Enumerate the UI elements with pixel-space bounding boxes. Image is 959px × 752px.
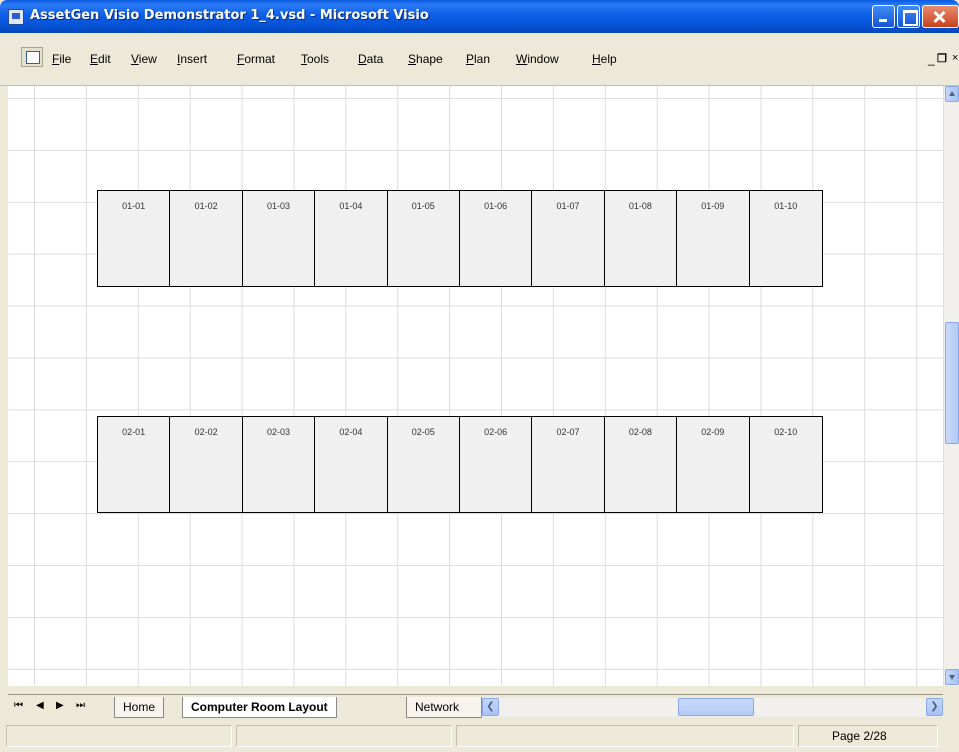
scroll-left-icon[interactable]: ❮ [482,698,499,716]
rack[interactable]: 01-10 [749,191,822,286]
scroll-right-icon[interactable]: ❯ [926,698,943,716]
rack-label: 02-09 [701,427,725,437]
menu-data[interactable]: Data [358,52,383,66]
status-cell [456,725,794,747]
rack-label: 01-02 [194,201,218,211]
title-bar: AssetGen Visio Demonstrator 1_4.vsd - Mi… [0,0,959,33]
doc-restore-button[interactable]: ❐ [937,52,947,65]
rack-label: 01-08 [628,201,652,211]
menu-format[interactable]: Format [237,52,275,66]
rack-label: 01-05 [411,201,435,211]
rack-label: 02-06 [484,427,508,437]
rack-label: 02-01 [122,427,146,437]
rack-label: 02-03 [266,427,290,437]
maximize-button[interactable] [897,5,920,28]
menu-shape[interactable]: Shape [408,52,443,66]
next-page-icon[interactable]: ▶ [56,700,64,711]
tab-computer-room-layout[interactable]: Computer Room Layout [182,697,337,718]
rack-label: 01-09 [701,201,725,211]
rack[interactable]: 01-01 [98,191,171,286]
rack-label: 01-06 [484,201,508,211]
rack-row-1: 01-01 01-02 01-03 01-04 01-05 01-06 01-0… [97,190,823,287]
rack[interactable]: 02-06 [459,417,533,512]
rack[interactable]: 01-04 [315,191,388,286]
rack-label: 01-07 [556,201,580,211]
rack[interactable]: 01-07 [532,191,605,286]
rack-label: 01-01 [122,201,146,211]
vertical-scroll-thumb[interactable] [945,322,959,444]
rack-label: 01-04 [339,201,363,211]
rack[interactable]: 01-02 [170,191,243,286]
page-tab-bar: ⏮ ◀ ▶ ⏭ Home Computer Room Layout Networ… [8,694,943,719]
rack-label: 02-08 [628,427,652,437]
last-page-icon[interactable]: ⏭ [76,700,85,711]
rack[interactable]: 02-02 [170,417,243,512]
rack-label: 01-10 [774,201,798,211]
menu-edit[interactable]: Edit [90,52,111,66]
rack[interactable]: 02-09 [677,417,750,512]
status-cell [236,725,452,747]
menu-window[interactable]: Window [516,52,559,66]
rack[interactable]: 01-03 [242,191,316,286]
rack-label: 02-10 [774,427,798,437]
drawing-canvas[interactable]: 01-01 01-02 01-03 01-04 01-05 01-06 01-0… [8,86,943,686]
visio-app-icon[interactable] [8,9,24,25]
menu-view[interactable]: View [131,52,157,66]
doc-close-button[interactable]: × [952,52,958,64]
rack-label: 02-05 [411,427,435,437]
rack[interactable]: 01-05 [387,191,460,286]
rack[interactable]: 02-01 [98,417,171,512]
rack-row-2: 02-01 02-02 02-03 02-04 02-05 02-06 02-0… [97,416,823,513]
horizontal-scroll-thumb[interactable] [678,698,754,716]
vertical-scrollbar[interactable] [943,86,959,686]
minimize-button[interactable] [872,5,895,28]
menu-tools[interactable]: Tools [301,52,329,66]
menu-help[interactable]: Help [592,52,617,66]
previous-page-icon[interactable]: ◀ [36,700,44,711]
rack-label: 02-04 [339,427,363,437]
scroll-down-icon[interactable] [945,669,959,685]
menu-plan[interactable]: Plan [466,52,490,66]
scroll-up-icon[interactable] [945,86,959,102]
menu-insert[interactable]: Insert [177,52,207,66]
doc-minimize-button[interactable]: _ [928,52,935,66]
rack-label: 02-07 [556,427,580,437]
page-indicator: Page 2/28 [832,729,887,743]
status-cell [6,725,232,747]
close-button[interactable] [922,5,959,28]
rack[interactable]: 02-08 [604,417,678,512]
tab-home[interactable]: Home [114,697,165,718]
horizontal-scrollbar[interactable]: ❮ ❯ [482,698,943,717]
document-icon[interactable] [21,47,43,67]
window-title: AssetGen Visio Demonstrator 1_4.vsd - Mi… [30,8,429,23]
status-bar: Page 2/28 [0,719,959,752]
rack-label: 01-03 [266,201,290,211]
rack[interactable]: 02-03 [242,417,316,512]
rack[interactable]: 02-05 [387,417,460,512]
rack[interactable]: 01-08 [604,191,678,286]
rack[interactable]: 01-09 [677,191,750,286]
first-page-icon[interactable]: ⏮ [14,700,23,711]
rack[interactable]: 01-06 [459,191,533,286]
menu-file[interactable]: File [52,52,71,66]
rack-label: 02-02 [194,427,218,437]
rack[interactable]: 02-07 [532,417,605,512]
rack[interactable]: 02-04 [315,417,388,512]
rack[interactable]: 02-10 [749,417,822,512]
tab-network[interactable]: Network [406,697,482,718]
